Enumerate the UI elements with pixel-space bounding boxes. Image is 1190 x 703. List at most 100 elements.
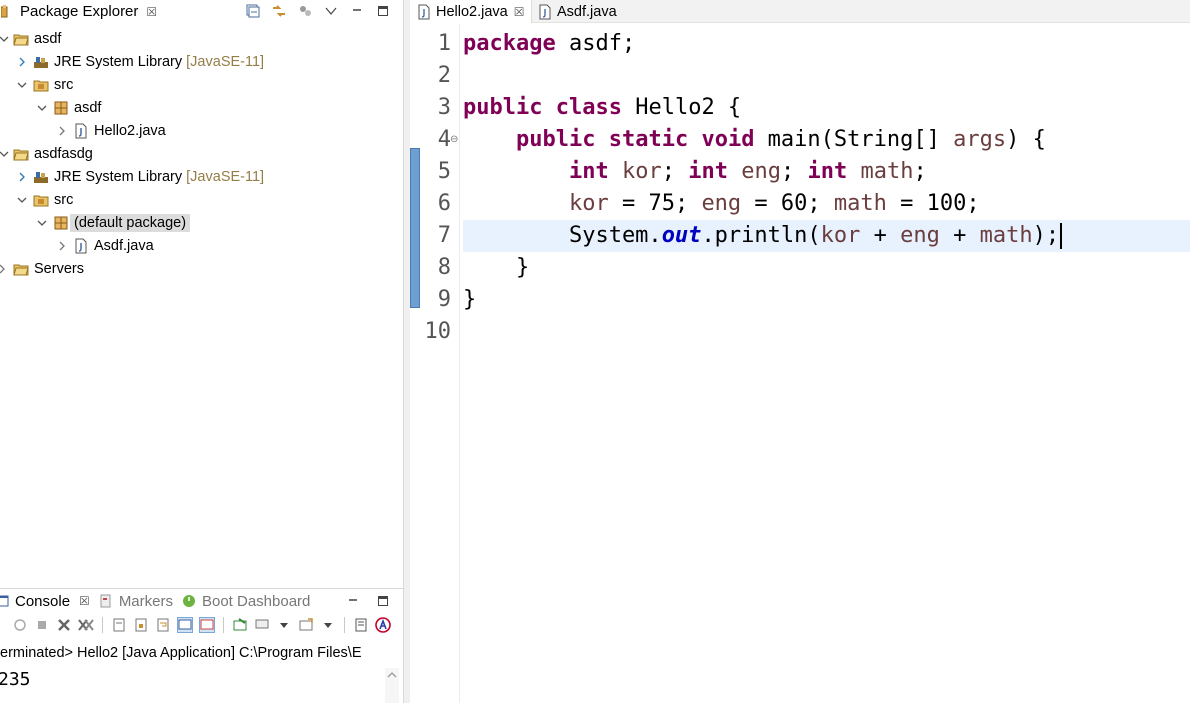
- fold-collapse-icon[interactable]: ⊖: [450, 134, 458, 145]
- toolbar-separator: [223, 617, 224, 633]
- code-line[interactable]: }: [463, 252, 1190, 284]
- show-on-stdout-icon[interactable]: [177, 617, 193, 633]
- code-line[interactable]: kor = 75; eng = 60; math = 100;: [463, 188, 1190, 220]
- remove-launch-icon[interactable]: [56, 617, 72, 633]
- view-menu-icon[interactable]: [323, 3, 339, 19]
- line-number: 10: [424, 319, 452, 344]
- ant-icon[interactable]: [375, 617, 391, 633]
- tab-asdf-java[interactable]: Asdf.java: [531, 0, 623, 23]
- console-toolbar: [0, 615, 403, 635]
- tree-item-src-folder[interactable]: src: [0, 188, 403, 211]
- tree-item-default-package[interactable]: (default package): [0, 211, 403, 234]
- minimize-icon[interactable]: [349, 3, 365, 19]
- tab-hello2-java[interactable]: Hello2.java ☒: [410, 0, 532, 23]
- chevron-down-icon[interactable]: [36, 217, 48, 229]
- line-number: 2: [437, 63, 451, 88]
- close-icon[interactable]: ☒: [146, 5, 157, 19]
- code-line[interactable]: package asdf;: [463, 28, 1190, 60]
- code-line[interactable]: int kor; int eng; int math;: [463, 156, 1190, 188]
- console-tabbar: Console ☒ Markers Boot Dashboard: [0, 589, 403, 613]
- show-on-stderr-icon[interactable]: [199, 617, 215, 633]
- display-selected-console-icon[interactable]: [254, 617, 270, 633]
- chevron-right-icon[interactable]: [16, 56, 28, 68]
- tree-item-package-asdf[interactable]: asdf: [0, 96, 403, 119]
- open-console-icon[interactable]: [298, 617, 314, 633]
- code-line[interactable]: System.out.println(kor + eng + math);: [463, 220, 1190, 252]
- package-explorer-tab[interactable]: Package Explorer ☒: [0, 0, 163, 23]
- java-file-icon: [73, 123, 89, 139]
- tree-item-jre-library[interactable]: JRE System Library [JavaSE-11]: [0, 50, 403, 73]
- focus-icon[interactable]: [297, 3, 313, 19]
- chevron-right-icon[interactable]: [0, 263, 8, 275]
- maximize-icon[interactable]: [375, 3, 391, 19]
- code-line[interactable]: public class Hello2 {: [463, 92, 1190, 124]
- tab-label: Console: [15, 592, 71, 610]
- chevron-right-icon[interactable]: [56, 125, 68, 137]
- tree-label: Hello2.java: [94, 122, 166, 139]
- chevron-right-icon[interactable]: [16, 171, 28, 183]
- markers-icon: [98, 593, 114, 609]
- console-scrollbar[interactable]: [385, 668, 399, 703]
- chevron-down-icon[interactable]: [16, 194, 28, 206]
- tree-item-src-folder[interactable]: src: [0, 73, 403, 96]
- chevron-down-icon[interactable]: [36, 102, 48, 114]
- code-line[interactable]: }: [463, 284, 1190, 316]
- remove-all-terminated-icon[interactable]: [78, 617, 94, 633]
- word-wrap-icon[interactable]: [155, 617, 171, 633]
- library-icon: [33, 169, 49, 185]
- collapse-all-icon[interactable]: [245, 3, 261, 19]
- tree-item-asdf-java[interactable]: Asdf.java: [0, 234, 403, 257]
- tree-item-jre-library[interactable]: JRE System Library [JavaSE-11]: [0, 165, 403, 188]
- code-line[interactable]: [463, 60, 1190, 92]
- chevron-down-icon[interactable]: [0, 33, 10, 45]
- tab-label: Boot Dashboard: [201, 592, 311, 610]
- tree-item-servers[interactable]: Servers: [0, 257, 403, 280]
- code-line[interactable]: [463, 316, 1190, 348]
- java-file-icon: [416, 4, 432, 20]
- chevron-down-icon[interactable]: [0, 148, 10, 160]
- terminate-icon[interactable]: [34, 617, 50, 633]
- tree-item-project-asdf[interactable]: asdf: [0, 27, 403, 50]
- tree-label: src: [54, 76, 74, 93]
- chevron-up-icon[interactable]: [385, 669, 399, 681]
- line-number-gutter[interactable]: 1 2 3 4 ⊖ 5 6 7 8 9 10: [420, 24, 460, 703]
- java-editor: Hello2.java ☒ Asdf.java 1 2 3 4 ⊖ 5 6 7 …: [410, 0, 1190, 703]
- chevron-down-icon[interactable]: [276, 617, 292, 633]
- chevron-down-icon[interactable]: [320, 617, 336, 633]
- link-with-editor-icon[interactable]: [271, 3, 287, 19]
- tab-boot-dashboard[interactable]: Boot Dashboard: [181, 589, 318, 613]
- view-splitter[interactable]: [403, 0, 410, 703]
- tab-label: Asdf.java: [557, 3, 617, 20]
- tree-label: src: [54, 191, 74, 208]
- code-line[interactable]: public static void main(String[] args) {: [463, 124, 1190, 156]
- close-icon[interactable]: ☒: [79, 594, 90, 608]
- source-folder-icon: [33, 192, 49, 208]
- chevron-down-icon[interactable]: [16, 79, 28, 91]
- minimize-icon[interactable]: [345, 593, 361, 609]
- line-number: 4: [437, 127, 451, 152]
- clear-console-icon[interactable]: [111, 617, 127, 633]
- scroll-lock-icon[interactable]: [133, 617, 149, 633]
- package-explorer-tabbar: Package Explorer ☒: [0, 0, 403, 23]
- console-view: Console ☒ Markers Boot Dashboard termina…: [0, 588, 403, 703]
- tab-console[interactable]: Console ☒: [0, 589, 98, 613]
- relaunch-icon[interactable]: [12, 617, 28, 633]
- tree-item-project-asdfasdg[interactable]: asdfasdg: [0, 142, 403, 165]
- package-explorer-toolbar: [245, 0, 391, 22]
- java-file-icon: [73, 238, 89, 254]
- folder-icon: [13, 261, 29, 277]
- java-file-icon: [537, 4, 553, 20]
- pin-console-icon[interactable]: [232, 617, 248, 633]
- package-icon: [53, 100, 69, 116]
- line-number: 9: [437, 287, 451, 312]
- tree-label: Asdf.java: [94, 237, 154, 254]
- tab-markers[interactable]: Markers: [98, 589, 181, 613]
- tab-label: Markers: [118, 592, 173, 610]
- console-output[interactable]: 235: [0, 669, 31, 690]
- close-icon[interactable]: ☒: [514, 5, 525, 19]
- tree-item-hello2-java[interactable]: Hello2.java: [0, 119, 403, 142]
- maximize-icon[interactable]: [375, 593, 391, 609]
- toolbar-separator: [344, 617, 345, 633]
- console-settings-icon[interactable]: [353, 617, 369, 633]
- chevron-right-icon[interactable]: [56, 240, 68, 252]
